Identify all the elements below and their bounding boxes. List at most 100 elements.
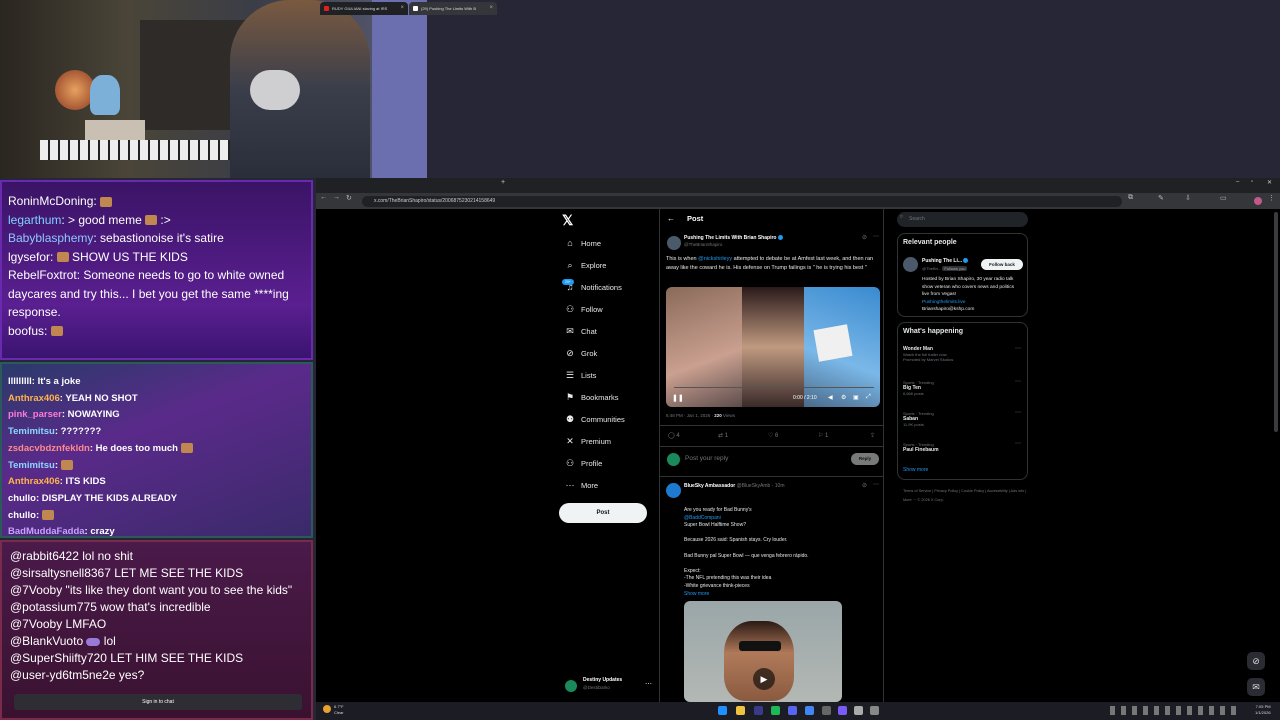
reply-video[interactable]: ▶ (684, 601, 842, 702)
settings-icon[interactable]: ⚙ (841, 394, 846, 401)
follow-back-button[interactable]: Follow back (981, 259, 1023, 270)
bookmark-action[interactable]: ⚐ 1 (818, 432, 828, 439)
x-logo-icon[interactable]: 𝕏 (562, 212, 573, 229)
nav-item-lists[interactable]: ☰ Lists (564, 365, 596, 385)
trend-item[interactable]: Sports · Trending Paul Finebaum (903, 442, 939, 453)
trend-more-icon[interactable]: ⋯ (1015, 409, 1021, 416)
browser-tab[interactable]: RUDY GIULIANI slaving at IRS × (320, 2, 408, 15)
nav-item-follow[interactable]: ⚇ Follow (564, 299, 603, 319)
show-more-link[interactable]: Show more (903, 467, 928, 473)
nav-item-chat[interactable]: ✉ Chat (564, 321, 597, 341)
reply-button[interactable]: Reply (851, 453, 879, 465)
reply-input[interactable]: Post your reply (685, 455, 728, 462)
chrome-icon[interactable] (805, 706, 814, 715)
trend-more-icon[interactable]: ⋯ (1015, 345, 1021, 352)
webcam-feed (0, 0, 427, 178)
explore-icon: ⌕ (567, 260, 573, 270)
search-input[interactable]: Search (897, 212, 1028, 227)
scrollbar[interactable] (1274, 212, 1278, 432)
grok-icon[interactable]: ⊘ (862, 482, 867, 489)
account-avatar[interactable] (565, 680, 577, 692)
extension-icon[interactable]: ✎ (1158, 194, 1164, 202)
reply-more-icon[interactable]: ⋯ (873, 481, 879, 488)
app-icon[interactable] (754, 706, 763, 715)
video-progress-bar[interactable] (674, 387, 874, 388)
mention-link[interactable]: @BaddCompani (684, 515, 721, 521)
author-avatar[interactable] (667, 236, 681, 250)
person-avatar[interactable] (903, 257, 918, 272)
reload-icon[interactable]: ↻ (346, 194, 352, 202)
pip-icon[interactable]: ▣ (853, 394, 859, 401)
reply-author[interactable]: BlueSky Ambassador @BlueSkyAmb · 10m (684, 483, 785, 489)
account-more-icon[interactable]: ⋯ (645, 680, 652, 688)
relevant-people-title: Relevant people (903, 239, 957, 246)
account-name[interactable]: Destiny Updates (583, 677, 622, 683)
nav-item-premium[interactable]: ✕ Premium (564, 431, 611, 451)
profile-avatar[interactable] (1254, 197, 1262, 205)
sign-in-to-chat-button[interactable]: Sign in to chat (14, 694, 302, 710)
close-tab-icon[interactable]: × (489, 2, 493, 15)
trend-more-icon[interactable]: ⋯ (1015, 440, 1021, 447)
mention-link[interactable]: @nickshirleyy (698, 256, 732, 262)
fullscreen-icon[interactable]: ⤢ (866, 394, 871, 401)
bio-link[interactable]: Pushingthelimits.live (922, 300, 965, 305)
trend-item[interactable]: Wonder Man Watch the full trailer now Pr… (903, 346, 953, 362)
url-input[interactable]: x.com/TheBrianShapiro/status/20068752302… (362, 196, 1122, 207)
file-explorer-icon[interactable] (736, 706, 745, 715)
forward-icon[interactable]: → (333, 194, 340, 201)
sidebar-icon[interactable]: ▭ (1220, 194, 1227, 202)
nav-item-grok[interactable]: ⊘ Grok (564, 343, 597, 363)
nav-item-bookmarks[interactable]: ⚑ Bookmarks (564, 387, 619, 407)
maximize-icon[interactable]: ▫ (1251, 179, 1253, 185)
extension-icon[interactable]: ⧉ (1128, 194, 1133, 202)
weather-widget[interactable]: 6.7°F Clear (334, 704, 344, 716)
start-icon[interactable] (718, 706, 727, 715)
grok-floating-icon[interactable]: ⊘ (1247, 652, 1265, 670)
post-handle[interactable]: @TheBrianShapiro (684, 242, 722, 247)
app-icon[interactable] (838, 706, 847, 715)
download-icon[interactable]: ⇩ (1185, 194, 1191, 202)
footer-links[interactable]: Terms of Service | Privacy Policy | Cook… (903, 487, 1028, 505)
nav-item-profile[interactable]: ⚇ Profile (564, 453, 602, 473)
like-action[interactable]: ♡ 6 (768, 432, 778, 439)
grok-icon[interactable]: ⊘ (862, 234, 867, 241)
pause-icon[interactable]: ❚❚ (672, 394, 684, 402)
back-icon[interactable]: ← (320, 194, 327, 201)
settings-icon[interactable] (870, 706, 879, 715)
trend-item[interactable]: Sports · Trending Big Ten 6,666 posts (903, 380, 934, 396)
system-tray-icons[interactable] (1110, 706, 1240, 715)
browser-tab-active[interactable]: (29) Pushing The Limits With B × (409, 2, 497, 15)
app-icon[interactable] (854, 706, 863, 715)
post-more-icon[interactable]: ⋯ (873, 233, 879, 240)
play-icon[interactable]: ▶ (753, 668, 775, 690)
post-video[interactable]: ❚❚ 0:00 / 2:10 ◀ ⚙ ▣ ⤢ (666, 287, 880, 407)
nav-item-home[interactable]: ⌂ Home (564, 233, 601, 253)
back-arrow-icon[interactable]: ← (667, 214, 675, 223)
person-name[interactable]: Pushing The Li... (922, 258, 969, 264)
post-author[interactable]: Pushing The Limits With Brian Shapiro (684, 235, 783, 241)
spotify-icon[interactable] (771, 706, 780, 715)
post-button[interactable]: Post (559, 503, 647, 523)
notification-badge: 20+ (562, 279, 574, 285)
messages-icon[interactable]: ✉ (1247, 678, 1265, 696)
repost-action[interactable]: ⇄ 1 (718, 432, 728, 439)
share-icon[interactable]: ⇪ (870, 432, 875, 439)
app-icon[interactable] (822, 706, 831, 715)
minimize-icon[interactable]: – (1236, 179, 1239, 185)
close-tab-icon[interactable]: × (400, 2, 404, 15)
taskbar-clock[interactable]: 7:05 PM 1/1/2026 (1255, 704, 1271, 716)
trend-more-icon[interactable]: ⋯ (1015, 378, 1021, 385)
window-close-icon[interactable]: ✕ (1267, 179, 1272, 186)
show-more-link[interactable]: Show more (684, 591, 709, 597)
trend-item[interactable]: Sports · Trending Saban 11.9K posts (903, 411, 934, 427)
volume-icon[interactable]: ◀ (828, 394, 833, 401)
reply-author-avatar[interactable] (666, 483, 681, 498)
browser-menu-icon[interactable]: ⋮ (1268, 194, 1275, 202)
nav-item-communities[interactable]: ⚉ Communities (564, 409, 625, 429)
discord-icon[interactable] (788, 706, 797, 715)
nav-item-more[interactable]: ⋯ More (564, 475, 599, 495)
reply-action[interactable]: ◯ 4 (668, 432, 680, 439)
new-tab-icon[interactable]: + (501, 179, 505, 186)
nav-item-explore[interactable]: ⌕ Explore (564, 255, 606, 275)
divider (660, 446, 883, 447)
